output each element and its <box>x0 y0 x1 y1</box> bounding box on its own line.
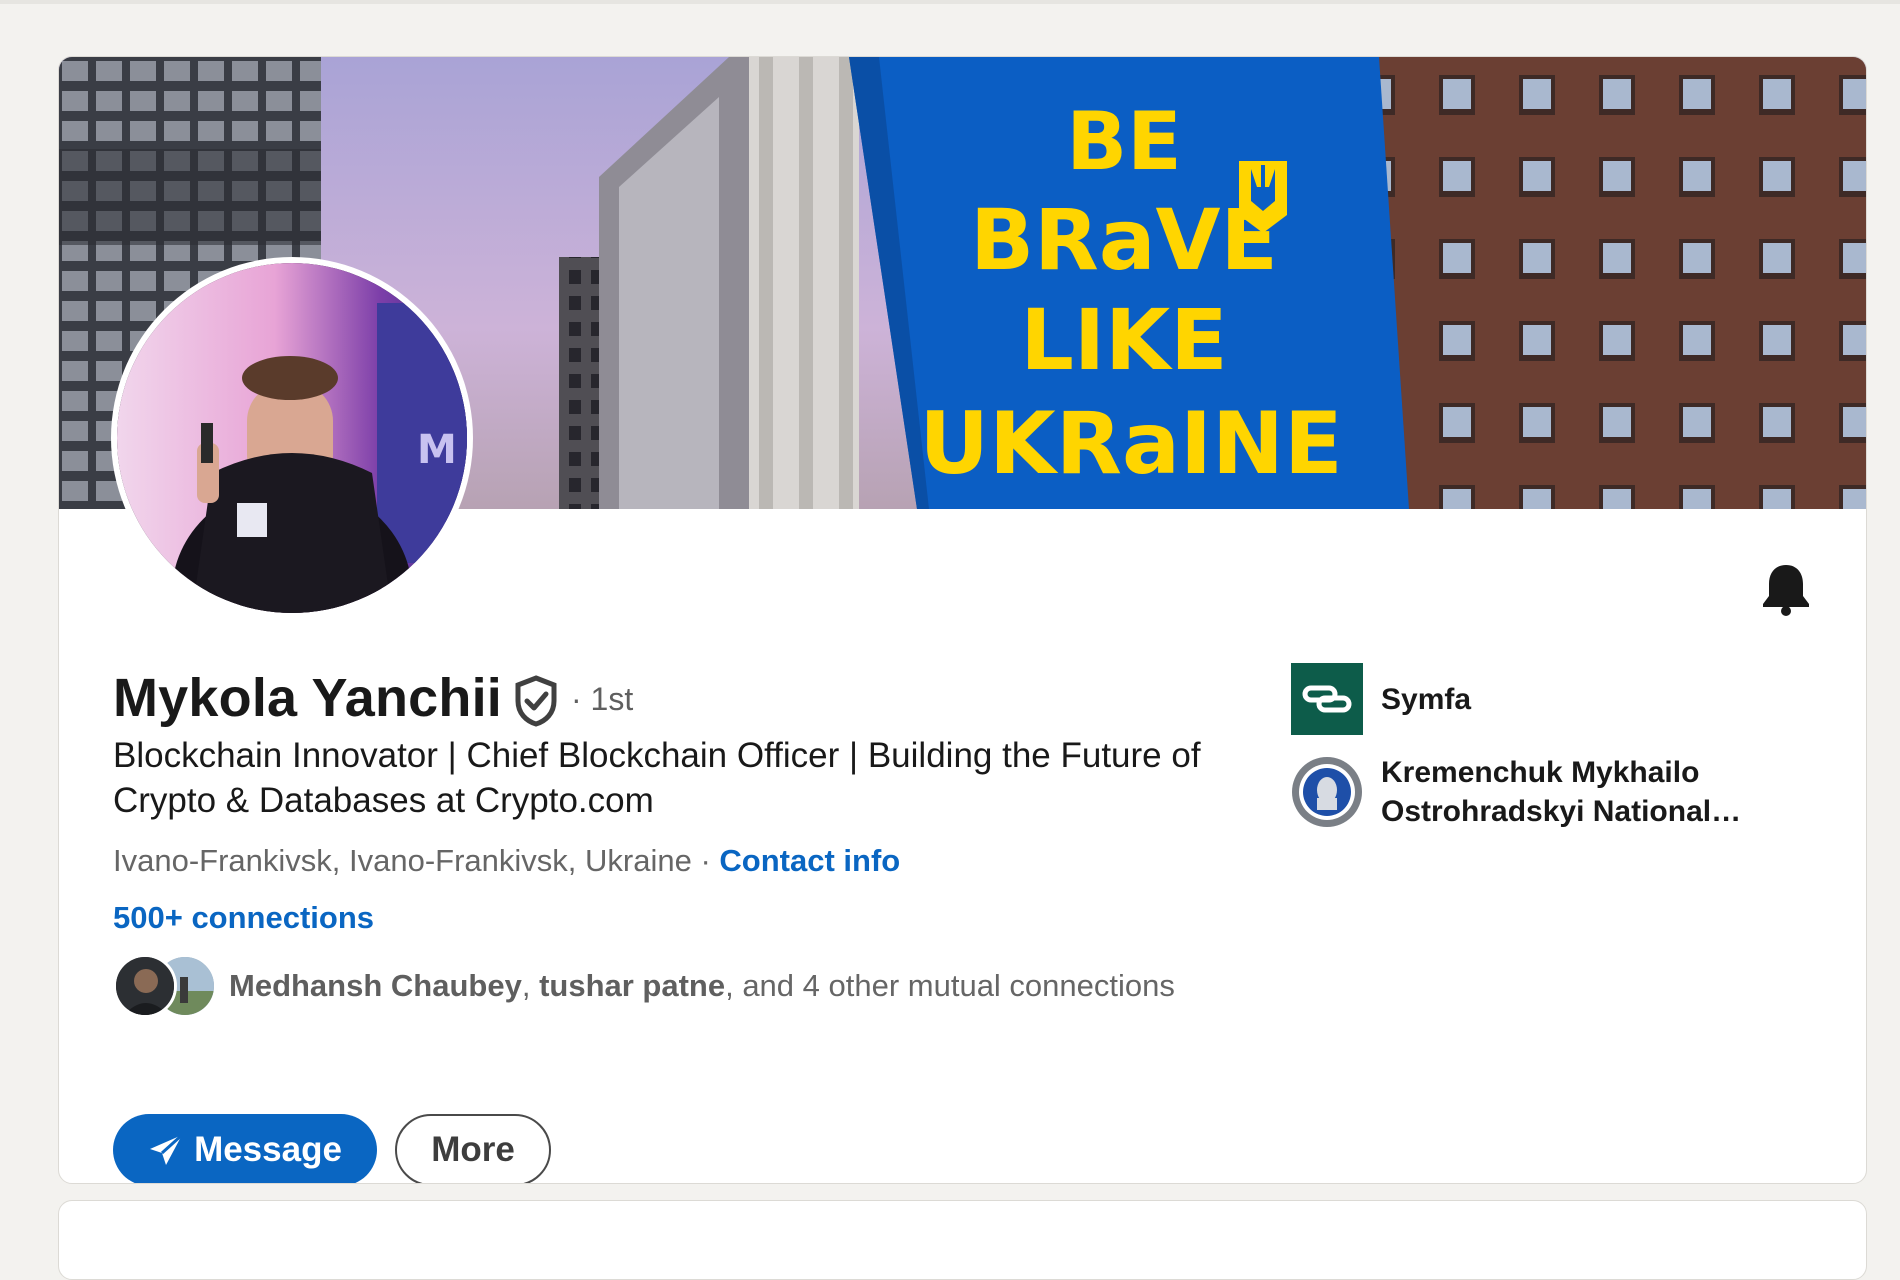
profile-headline: Blockchain Innovator | Chief Blockchain … <box>113 736 1201 820</box>
location-line: Ivano-Frankivsk, Ivano-Frankivsk, Ukrain… <box>113 843 900 879</box>
mutual-name-2: tushar patne <box>539 968 726 1003</box>
banner-sign-line-1: BE <box>1066 95 1182 188</box>
location-separator: · <box>691 843 720 878</box>
bell-icon[interactable] <box>1761 561 1811 617</box>
more-button[interactable]: More <box>395 1114 551 1183</box>
mutual-connections-text: Medhansh Chaubey, tushar patne, and 4 ot… <box>229 968 1175 1004</box>
message-button-label: Message <box>194 1130 342 1169</box>
top-divider <box>0 0 1900 4</box>
banner-sign-line-2: BRaVE <box>970 191 1278 289</box>
connection-degree: · 1st <box>571 681 634 717</box>
paper-plane-icon <box>150 1133 184 1165</box>
current-company-link[interactable]: Symfa <box>1291 663 1471 735</box>
svg-text:M: M <box>417 427 457 473</box>
location-text: Ivano-Frankivsk, Ivano-Frankivsk, Ukrain… <box>113 843 692 878</box>
banner-sign-line-3: LIKE <box>1020 291 1227 389</box>
contact-info-link[interactable]: Contact info <box>719 843 900 878</box>
university-logo <box>1291 756 1363 828</box>
mutual-connections[interactable]: Medhansh Chaubey, tushar patne, and 4 ot… <box>113 953 1175 1019</box>
profile-photo[interactable]: M <box>111 257 473 619</box>
profile-name: Mykola Yanchii <box>113 668 502 728</box>
mutual-avatar <box>113 954 177 1018</box>
mutual-sep: , <box>521 968 540 1003</box>
message-button[interactable]: Message <box>113 1114 377 1183</box>
banner-sign-line-4: UKRaINE <box>919 394 1342 494</box>
education-link[interactable]: Kremenchuk Mykhailo Ostrohradskyi Nation… <box>1291 753 1801 831</box>
connections-link[interactable]: 500+ connections <box>113 900 374 936</box>
verified-shield-icon[interactable] <box>513 675 559 727</box>
mutual-rest: , and 4 other mutual connections <box>725 968 1175 1003</box>
profile-card: BE BRaVE LIKE UKRaINE M Mykola Yanchii ·… <box>58 56 1867 1184</box>
avatar-image: M <box>117 263 467 613</box>
more-button-label: More <box>431 1130 515 1169</box>
mutual-name-1: Medhansh Chaubey <box>229 968 522 1003</box>
next-section-card <box>58 1200 1867 1280</box>
school-name: Kremenchuk Mykhailo Ostrohradskyi Nation… <box>1381 756 1742 828</box>
symfa-logo <box>1291 663 1363 735</box>
company-name: Symfa <box>1381 682 1472 716</box>
